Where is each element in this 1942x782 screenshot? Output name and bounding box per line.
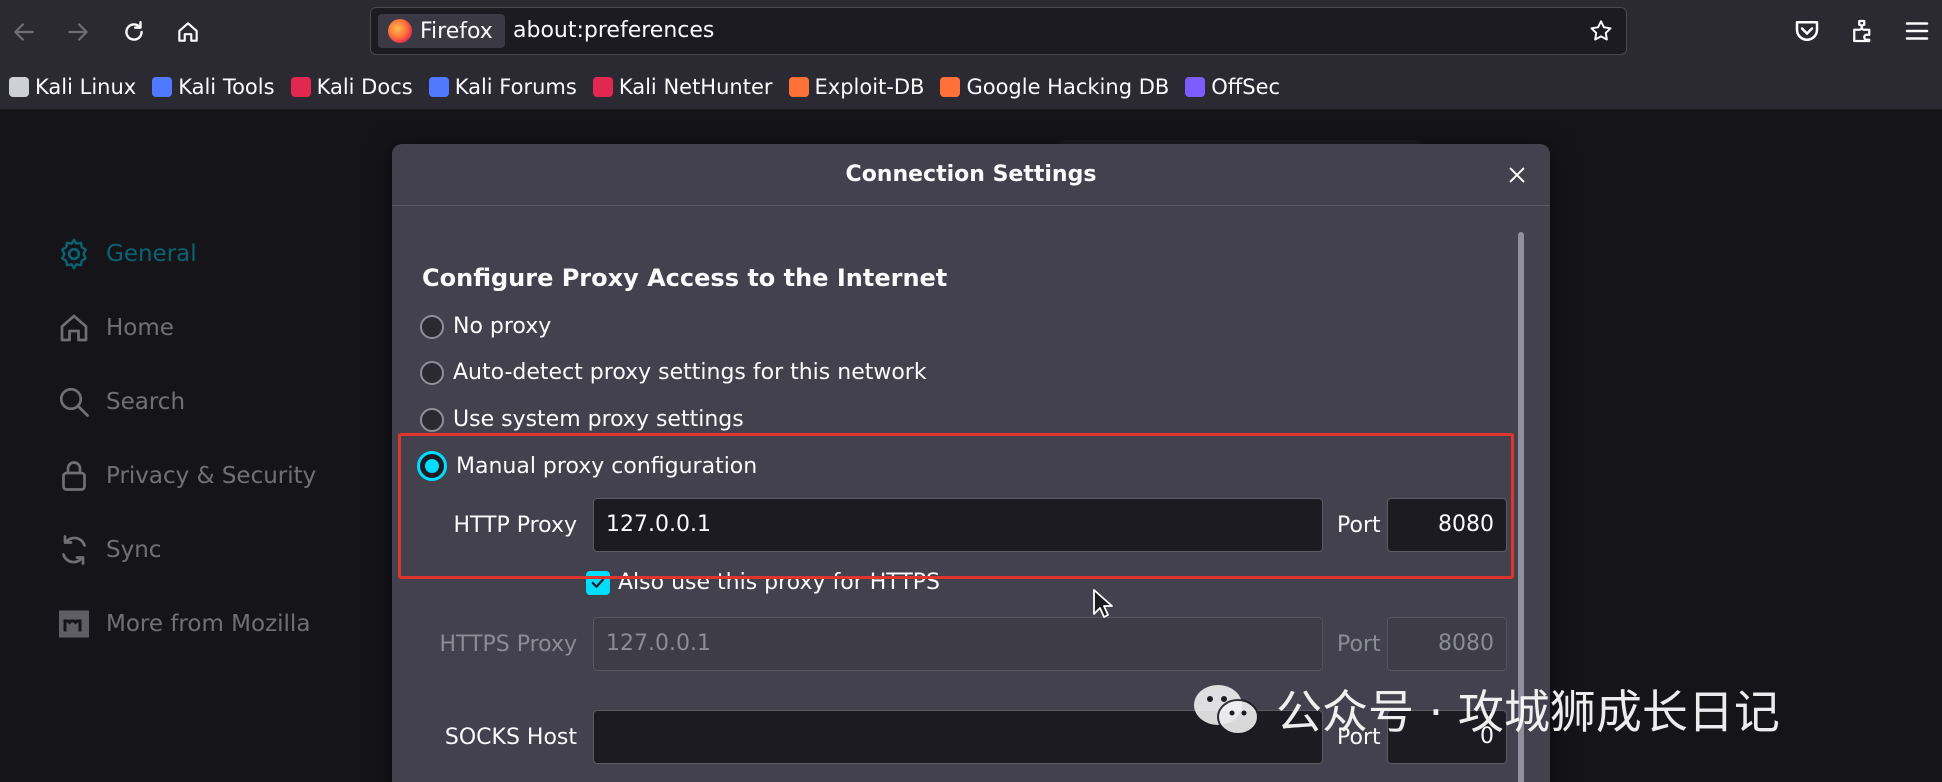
dialog-title: Connection Settings [845,162,1097,187]
bookmark-kali-forums[interactable]: Kali Forums [426,69,580,105]
radio-no-proxy[interactable]: No proxy [420,314,551,339]
browser-toolbar: Firefox about:preferences [0,0,1942,64]
kali-dragon-icon [9,76,29,97]
bookmark-exploit-db[interactable]: Exploit-DB [786,69,928,105]
reload-button[interactable] [114,12,154,52]
radio-button[interactable] [420,360,444,385]
bookmark-star-icon[interactable] [1588,18,1614,44]
extensions-icon[interactable] [1848,16,1878,46]
url-text[interactable]: about:preferences [513,8,714,54]
bookmark-offsec[interactable]: OffSec [1182,69,1283,105]
exploit-db-icon [788,76,809,97]
section-title: Configure Proxy Access to the Internet [422,264,948,292]
kali-tools-icon [152,76,173,97]
pocket-icon[interactable] [1792,16,1822,46]
home-icon [178,22,198,42]
https-port-input: 8080 [1387,617,1507,671]
bookmark-google-hacking-db[interactable]: Google Hacking DB [937,69,1172,105]
kali-docs-icon [290,76,311,97]
bookmark-kali-docs[interactable]: Kali Docs [288,69,416,105]
identity-label: Firefox [420,18,493,44]
https-port-label: Port [1337,632,1381,657]
firefox-logo-icon [388,19,412,43]
close-button[interactable] [1502,160,1532,190]
https-proxy-input: 127.0.0.1 [593,617,1323,671]
arrow-right-icon [68,23,88,41]
kali-forums-icon [428,76,449,97]
socks-host-label: SOCKS Host [444,725,577,750]
url-bar[interactable]: Firefox about:preferences [370,7,1627,55]
bookmark-kali-nethunter[interactable]: Kali NetHunter [590,69,776,105]
nethunter-icon [592,76,613,97]
radio-auto-detect[interactable]: Auto-detect proxy settings for this netw… [420,360,927,385]
wechat-icon [1194,685,1259,735]
ghdb-icon [940,76,961,97]
bookmark-kali-linux[interactable]: Kali Linux [6,69,139,105]
reload-icon [125,21,143,41]
mouse-cursor-icon [1093,589,1113,618]
home-button[interactable] [168,12,208,52]
back-button[interactable] [4,12,44,52]
forward-button[interactable] [58,12,98,52]
identity-box[interactable]: Firefox [378,14,505,48]
radio-button[interactable] [420,407,444,432]
bookmarks-toolbar: Kali Linux Kali Tools Kali Docs Kali For… [0,64,1942,110]
https-proxy-label: HTTPS Proxy [439,632,577,657]
bookmark-kali-tools[interactable]: Kali Tools [149,69,277,105]
menu-icon[interactable] [1902,16,1932,46]
watermark-text: 公众号 · 攻城狮成长日记 [1276,685,1780,739]
annotation-highlight-box [398,433,1514,579]
dialog-header: Connection Settings [392,144,1550,206]
watermark: 公众号 · 攻城狮成长日记 [1188,676,1780,742]
close-icon [1509,167,1525,183]
arrow-left-icon [14,23,34,41]
radio-system-proxy[interactable]: Use system proxy settings [420,407,744,432]
radio-button[interactable] [420,314,444,339]
offsec-icon [1185,76,1206,97]
